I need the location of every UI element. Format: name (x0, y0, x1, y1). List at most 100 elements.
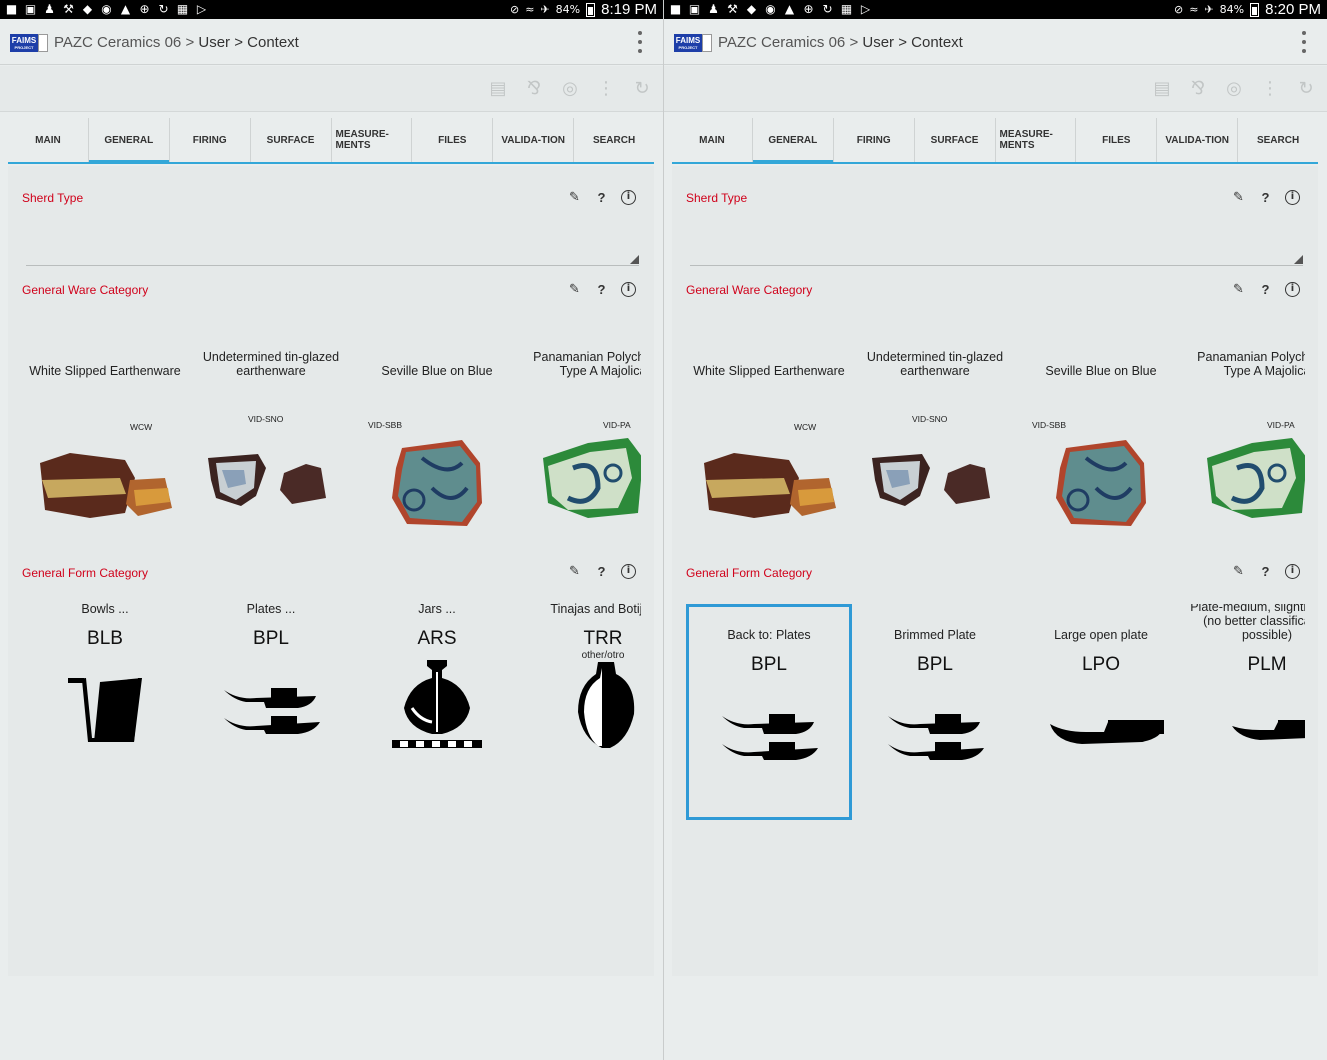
screen-right: ■ ▣ ♟ ⚒ ◆ ◉ ▲ ⊕ ↻ ▦ ▷ ⊘ ≈ ✈ 84% 8:20 PM … (664, 0, 1327, 1060)
tab-measure-ments[interactable]: MEASURE-MENTS (996, 118, 1077, 162)
help-icon[interactable]: ? (1258, 190, 1273, 205)
wifi-icon: ≈ (525, 3, 535, 16)
ware-option-vid-sbb[interactable]: Seville Blue on Blue VID-SBB (1018, 338, 1184, 528)
sync-status-icon[interactable]: ▤ (487, 78, 509, 100)
info-icon[interactable]: i (1285, 564, 1300, 579)
person-icon: ♟ (708, 2, 719, 16)
form-option-title: Plate-medium, slightly open (no better c… (1190, 604, 1305, 642)
tab-files[interactable]: FILES (1076, 118, 1158, 162)
breadcrumb-user[interactable]: User (198, 34, 230, 51)
form-option-tinajas-and-botijas[interactable]: Tinajas and Botijas TRRother/otro (520, 576, 641, 776)
ware-option-title: Panamanian Polychrome Type A Majolica (1197, 350, 1305, 378)
ware-option-wcw[interactable]: White Slipped Earthenware WCW (686, 338, 852, 528)
form-option-plate-medium-slightly-open-no-better-classification-possible[interactable]: Plate-medium, slightly open (no better c… (1184, 604, 1305, 820)
sherd-type-dropdown[interactable] (26, 240, 639, 266)
ware-code-label: VID-SNO (912, 414, 948, 424)
tab-files[interactable]: FILES (412, 118, 494, 162)
tab-valida-tion[interactable]: VALIDA-TION (1157, 118, 1239, 162)
info-icon[interactable]: i (621, 190, 636, 205)
info-icon[interactable]: i (621, 282, 636, 297)
info-icon[interactable]: i (1285, 190, 1300, 205)
breadcrumb-context: Context (247, 34, 299, 51)
form-option-large-open-plate[interactable]: Large open plate LPO (1018, 604, 1184, 820)
help-icon[interactable]: ? (1258, 282, 1273, 297)
tab-firing[interactable]: FIRING (834, 118, 915, 162)
plus-icon: ⊕ (803, 2, 814, 16)
tab-main[interactable]: MAIN (8, 118, 89, 162)
tab-firing[interactable]: FIRING (170, 118, 251, 162)
play-store-icon: ▷ (196, 2, 207, 16)
ware-option-vid-sbb[interactable]: Seville Blue on Blue VID-SBB (354, 338, 520, 528)
ware-category-label: General Ware Category (22, 283, 149, 297)
plus-icon: ⊕ (139, 2, 150, 16)
gps-icon[interactable]: ◎ (559, 78, 581, 100)
overflow-menu-icon[interactable] (1301, 31, 1307, 53)
form-option-brimmed-plate[interactable]: Brimmed Plate BPL (852, 604, 1018, 820)
sherd-image: VID-SNO (196, 414, 346, 528)
form-category-label: General Form Category (686, 566, 813, 580)
wrench-icon: ⚒ (727, 2, 738, 16)
bluetooth-icon[interactable]: ⅋ (523, 78, 545, 100)
ware-option-vid-pa[interactable]: Panamanian Polychrome Type A Majolica VID… (1184, 338, 1305, 528)
airplane-icon: ✈ (1204, 3, 1214, 16)
overflow-menu-icon[interactable] (637, 31, 643, 53)
breadcrumb-project[interactable]: PAZC Ceramics 06 (718, 34, 845, 51)
tracking-icon[interactable]: ⋮ (595, 78, 617, 100)
refresh-icon[interactable]: ↻ (631, 78, 653, 100)
edit-pencil-icon[interactable]: ✎ (1231, 190, 1246, 205)
calendar-icon: ▦ (840, 2, 853, 16)
ware-option-wcw[interactable]: White Slipped Earthenware WCW (22, 338, 188, 528)
ware-option-vid-sno[interactable]: Undetermined tin-glazed earthenware VID-S… (188, 338, 354, 528)
airplane-icon: ✈ (540, 3, 550, 16)
tab-surface[interactable]: SURFACE (915, 118, 996, 162)
wrench-icon: ⚒ (63, 2, 74, 16)
breadcrumb-user[interactable]: User (862, 34, 894, 51)
sync-status-icon[interactable]: ▤ (1151, 78, 1173, 100)
ware-code-label: WCW (130, 422, 153, 432)
sync-icon: ↻ (158, 2, 169, 16)
app-icon: ▣ (688, 2, 701, 16)
tab-general[interactable]: GENERAL (752, 118, 834, 164)
sherd-type-tools: ✎ ? i (1231, 190, 1300, 205)
breadcrumb: PAZC Ceramics 06 > User > Context (54, 34, 299, 51)
tab-main[interactable]: MAIN (672, 118, 753, 162)
help-icon[interactable]: ? (1258, 564, 1273, 579)
form-option-back-to-plates[interactable]: Back to: Plates BPL (686, 604, 852, 820)
app-icon: ▣ (24, 2, 37, 16)
ware-code-label: VID-PA (1267, 420, 1295, 430)
edit-pencil-icon[interactable]: ✎ (1231, 282, 1246, 297)
battery-level: 84% (1219, 3, 1245, 16)
form-option-plates[interactable]: Plates ... BPL (188, 576, 354, 776)
sherd-image: VID-PA (528, 418, 641, 528)
refresh-icon[interactable]: ↻ (1295, 78, 1317, 100)
form-code-label: BPL (253, 628, 289, 649)
edit-pencil-icon[interactable]: ✎ (1231, 564, 1246, 579)
vessel-tinaja-drawing (548, 660, 641, 750)
ware-code-label: VID-SBB (1032, 420, 1067, 430)
sherd-type-dropdown[interactable] (690, 240, 1303, 266)
help-icon[interactable]: ? (594, 282, 609, 297)
edit-pencil-icon[interactable]: ✎ (567, 282, 582, 297)
ware-code-label: VID-PA (603, 420, 631, 430)
form-option-bowls[interactable]: Bowls ... BLB (22, 576, 188, 776)
ware-code-label: VID-SNO (248, 414, 284, 424)
gps-icon[interactable]: ◎ (1223, 78, 1245, 100)
tab-measure-ments[interactable]: MEASURE-MENTS (332, 118, 413, 162)
ware-option-vid-sno[interactable]: Undetermined tin-glazed earthenware VID-S… (852, 338, 1018, 528)
tab-valida-tion[interactable]: VALIDA-TION (493, 118, 575, 162)
info-icon[interactable]: i (1285, 282, 1300, 297)
mute-icon: ⊘ (1174, 3, 1184, 16)
tab-surface[interactable]: SURFACE (251, 118, 332, 162)
tab-search[interactable]: SEARCH (1238, 118, 1318, 162)
status-toolbar: ▤ ⅋ ◎ ⋮ ↻ (664, 66, 1327, 112)
breadcrumb-project[interactable]: PAZC Ceramics 06 (54, 34, 181, 51)
ware-option-vid-pa[interactable]: Panamanian Polychrome Type A Majolica VID… (520, 338, 641, 528)
vessel-plates-drawing (714, 686, 824, 776)
edit-pencil-icon[interactable]: ✎ (567, 190, 582, 205)
tracking-icon[interactable]: ⋮ (1259, 78, 1281, 100)
bluetooth-icon[interactable]: ⅋ (1187, 78, 1209, 100)
form-option-jars[interactable]: Jars ... ARS (354, 576, 520, 776)
help-icon[interactable]: ? (594, 190, 609, 205)
tab-general[interactable]: GENERAL (88, 118, 170, 164)
tab-search[interactable]: SEARCH (574, 118, 654, 162)
